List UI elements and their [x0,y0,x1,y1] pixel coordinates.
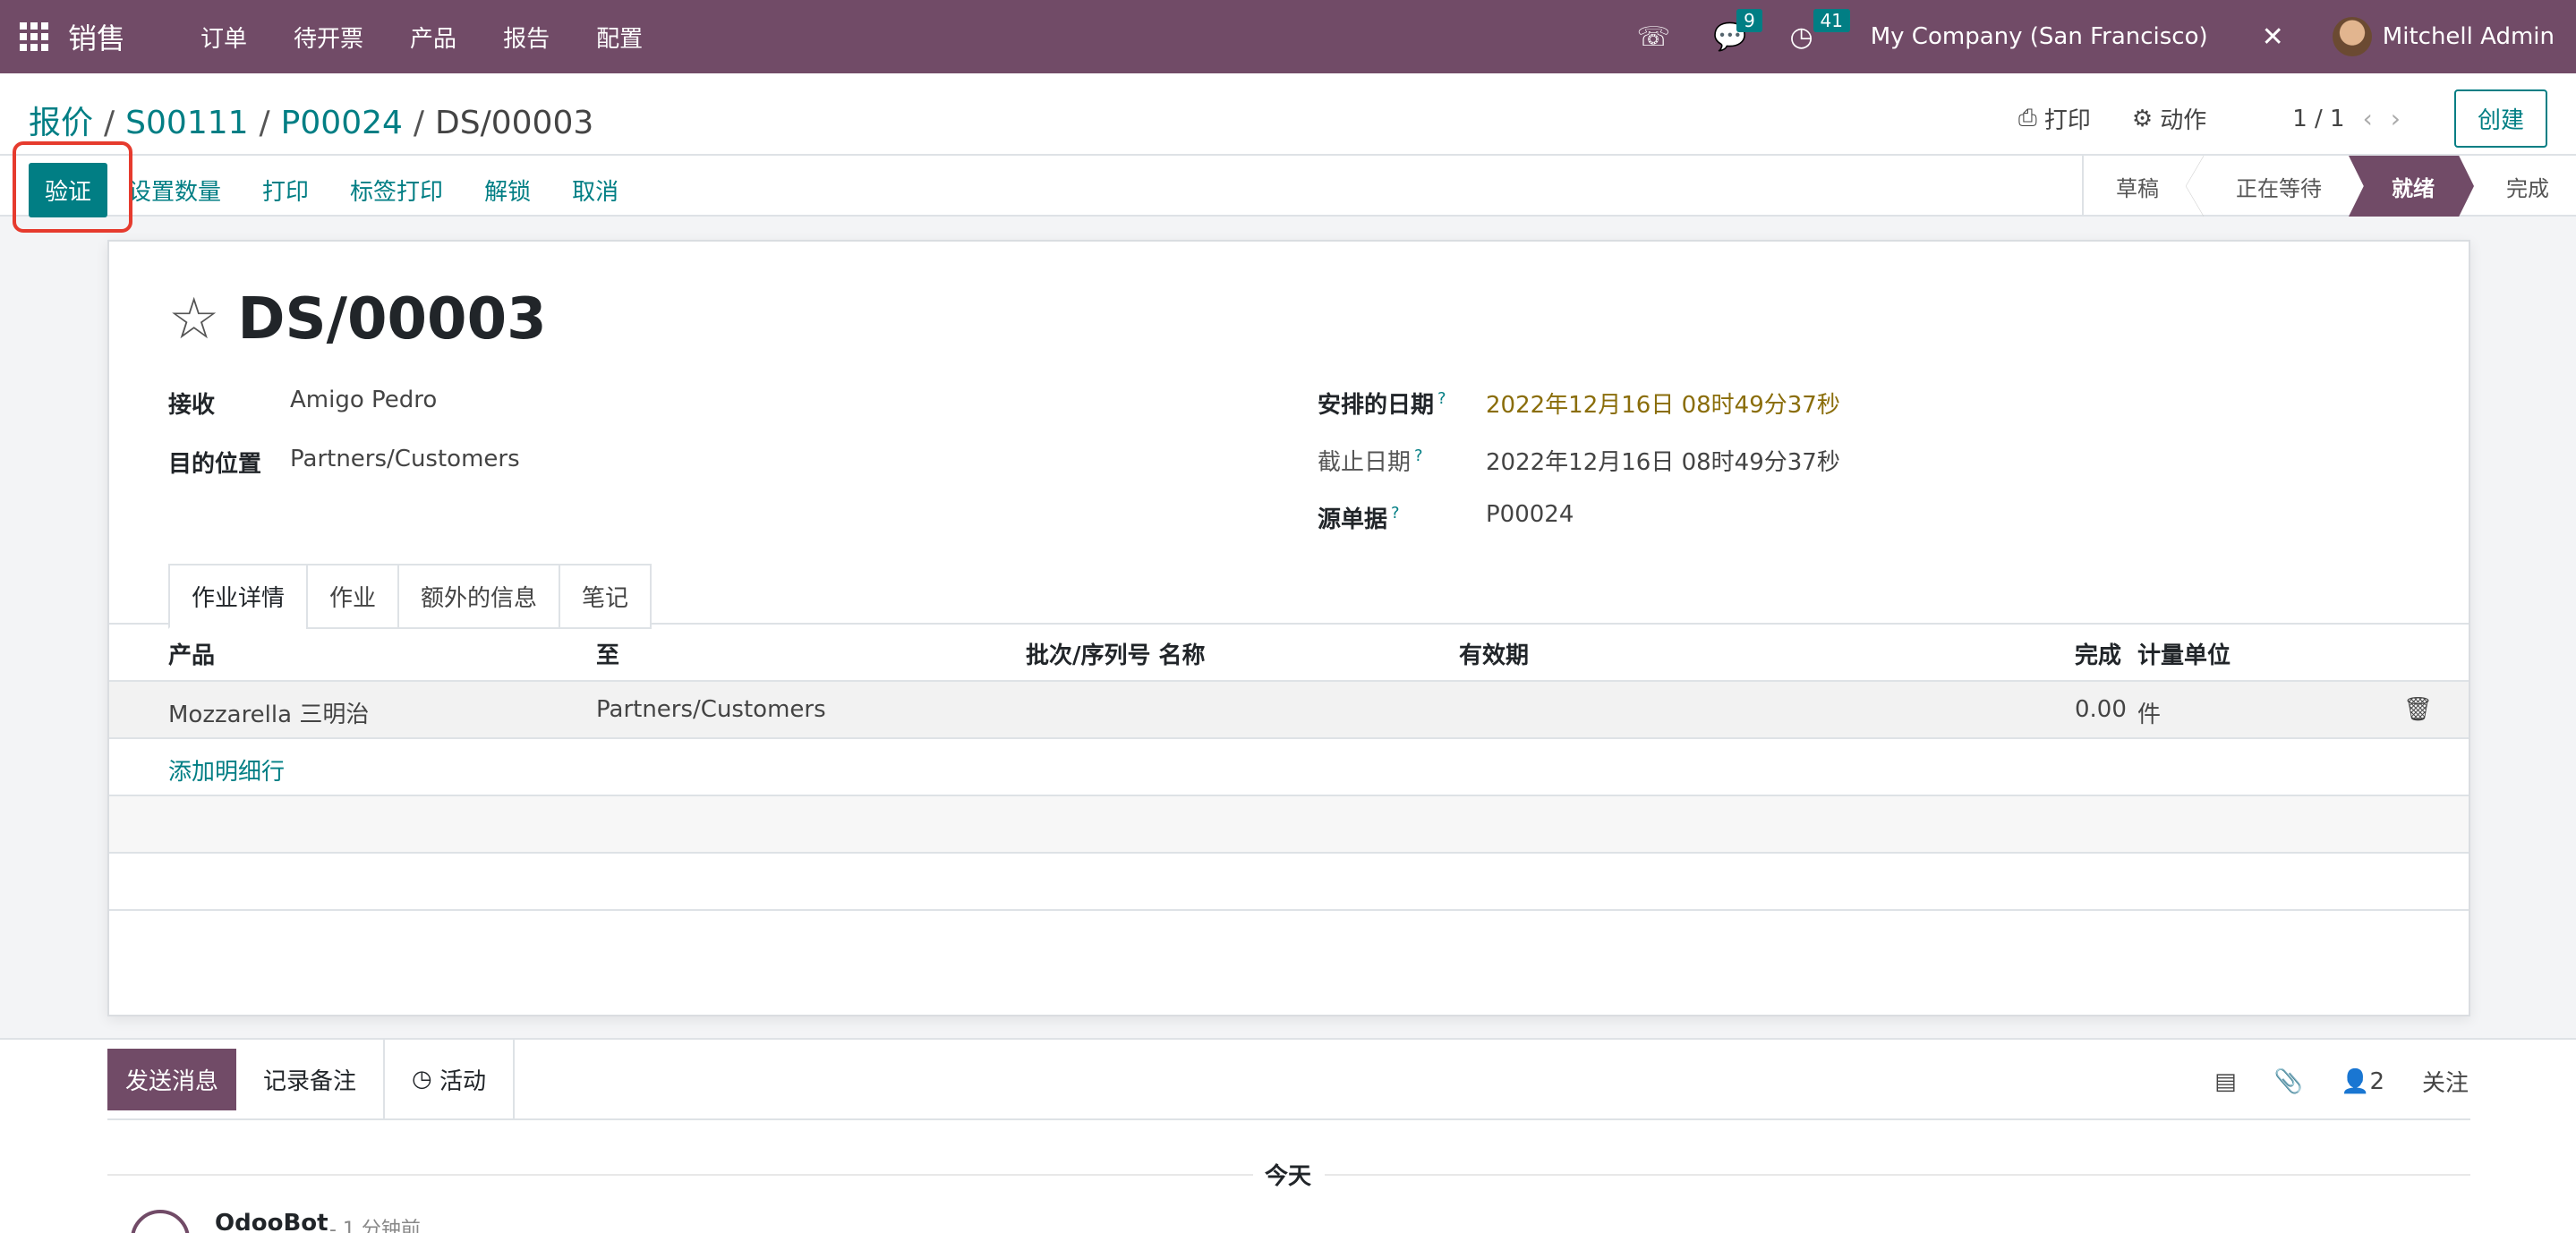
phone-icon[interactable]: ☏ [1637,21,1671,53]
validate-highlight-box [13,141,132,233]
clock-icon: ◷ [412,1066,439,1093]
trash-icon[interactable]: 🗑 [2403,696,2433,723]
user-icon: 👤 [2341,1067,2370,1095]
column-done[interactable]: 完成 [2075,637,2121,670]
help-icon[interactable]: ? [1391,504,1400,523]
source-document-label: 源单据 [1318,506,1388,533]
status-bar: 草稿 正在等待 就绪 完成 [2082,156,2576,217]
help-icon[interactable]: ? [1437,389,1446,408]
chevron-left-icon[interactable]: ‹ [2363,104,2373,133]
scheduled-date-field[interactable]: 2022年12月16日 08时49分37秒 [1486,387,1840,420]
empty-row [109,795,2469,852]
followers-button[interactable]: 👤2 [2341,1068,2384,1095]
unlock-button[interactable]: 解锁 [464,174,551,207]
empty-row [109,909,2469,966]
breadcrumb-quotations[interactable]: 报价 [29,97,93,143]
tab-note[interactable]: 笔记 [559,564,653,629]
column-expiry[interactable]: 有效期 [1459,637,1529,670]
notebook-tabs: 作业详情 作业 额外的信息 笔记 [168,564,653,629]
control-panel: 报价 / S00111 / P00024 / DS/00003 ⎙ 打印 ⚙ 动作 … [0,73,2576,217]
breadcrumb-s00111[interactable]: S00111 [125,105,248,141]
destination-label: 目的位置 [168,451,262,478]
stage-done[interactable]: 完成 [2474,156,2576,217]
stage-waiting[interactable]: 正在等待 [2204,156,2349,217]
scheduled-date-label: 安排的日期 [1318,392,1435,419]
log-note-button[interactable]: 记录备注 [236,1040,386,1118]
chatter: 发送消息 记录备注 ◷ 活动 ▤ 📎 👤2 关注 今天 OdooBot - 1 … [0,1038,2576,1233]
apps-menu-button[interactable] [0,0,68,73]
deadline-field[interactable]: 2022年12月16日 08时49分37秒 [1486,444,1840,477]
receive-field[interactable]: Amigo Pedro [290,387,437,413]
send-message-button[interactable]: 发送消息 [107,1048,237,1110]
tab-operations[interactable]: 作业 [306,564,400,629]
gear-icon: ⚙ [2131,105,2154,132]
print-button[interactable]: 打印 [242,174,329,207]
chat-icon[interactable]: 💬 9 [1713,8,1762,53]
star-icon[interactable]: ☆ [168,291,219,348]
create-button[interactable]: 创建 [2453,89,2547,148]
chevron-right-icon[interactable]: › [2391,104,2401,133]
column-uom[interactable]: 计量单位 [2137,637,2231,670]
print-dropdown[interactable]: ⎙ 打印 [2018,102,2091,135]
print-labels-button[interactable]: 标签打印 [329,174,464,207]
book-icon[interactable]: ▤ [2214,1068,2237,1095]
cancel-button[interactable]: 取消 [551,174,639,207]
column-product[interactable]: 产品 [168,637,215,670]
activity-button[interactable]: ◷ 活动 [385,1040,515,1118]
menu-orders[interactable]: 订单 [177,21,270,54]
avatar [131,1210,190,1233]
user-menu[interactable]: Mitchell Admin [2383,23,2555,50]
menu-reporting[interactable]: 报告 [480,21,573,54]
app-name[interactable]: 销售 [68,16,125,57]
message-time: - 1 分钟前 [329,1219,421,1233]
breadcrumb-current: DS/00003 [435,105,594,141]
messages-badge: 9 [1736,8,1762,32]
breadcrumb-p00024[interactable]: P00024 [281,105,403,141]
activities-badge: 41 [1813,8,1850,32]
column-to[interactable]: 至 [596,637,619,670]
message-author[interactable]: OdooBot [215,1210,328,1233]
menu-to-invoice[interactable]: 待开票 [270,21,387,54]
table-row[interactable]: Mozzarella 三明治 Partners/Customers 0.00 件… [109,680,2469,737]
action-dropdown[interactable]: ⚙ 动作 [2132,102,2206,135]
stage-ready[interactable]: 就绪 [2349,156,2474,217]
paperclip-icon[interactable]: 📎 [2274,1068,2303,1095]
pager-value[interactable]: 1 / 1 [2292,106,2344,132]
tab-detailed-operations[interactable]: 作业详情 [168,564,309,629]
clock-icon[interactable]: ◷ 41 [1790,8,1850,53]
empty-row [109,852,2469,909]
date-separator: 今天 [1264,1163,1311,1190]
source-document-field[interactable]: P00024 [1486,501,1574,528]
company-switcher[interactable]: My Company (San Francisco) [1871,23,2208,50]
tools-icon[interactable]: ✕ [2262,21,2284,53]
destination-field[interactable]: Partners/Customers [290,446,520,472]
add-line-row: 添加明细行 [109,737,2469,795]
record-title: DS/00003 [237,286,547,353]
add-line-link[interactable]: 添加明细行 [168,753,285,787]
menu-products[interactable]: 产品 [387,21,480,54]
deadline-label: 截止日期 [1318,449,1412,476]
help-icon[interactable]: ? [1414,446,1423,465]
tab-additional-info[interactable]: 额外的信息 [397,564,561,629]
top-navbar: 销售 订单 待开票 产品 报告 配置 ☏ 💬 9 ◷ 41 My Company (… [0,0,2576,73]
avatar[interactable] [2332,17,2372,56]
printer-icon: ⎙ [2018,105,2037,132]
grid-icon [20,22,48,51]
receive-label: 接收 [168,392,216,419]
follow-button[interactable]: 关注 [2422,1065,2469,1098]
form-sheet: ☆ DS/00003 接收 Amigo Pedro 目的位置 Partners/… [107,240,2470,1016]
column-lot[interactable]: 批次/序列号 名称 [1026,637,1206,670]
stage-draft[interactable]: 草稿 [2084,156,2186,217]
breadcrumb: 报价 / S00111 / P00024 / DS/00003 [29,97,593,143]
menu-configuration[interactable]: 配置 [573,21,666,54]
